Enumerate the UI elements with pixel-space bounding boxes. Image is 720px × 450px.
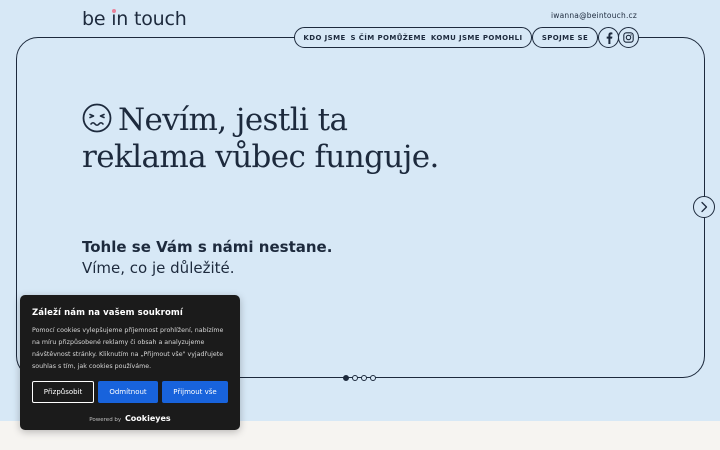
- nav-item-s-cim-pomuzeme[interactable]: S ČÍM POMŮŽEME: [350, 34, 426, 42]
- slider-dots: [343, 375, 376, 381]
- chevron-right-icon: [701, 201, 708, 213]
- cookie-description: Pomocí cookies vylepšujeme příjemnost pr…: [32, 327, 224, 370]
- nav-item-komu-jsme-pomohli[interactable]: KOMU JSME POMOHLI: [431, 34, 523, 42]
- cookie-accept-button[interactable]: Přijmout vše: [162, 381, 228, 403]
- nav-item-kdo-jsme[interactable]: KDO JSME: [303, 34, 345, 42]
- hero-subheadline-strong: Tohle se Vám s námi nestane.: [82, 238, 333, 256]
- headline-line-2: reklama vůbec funguje.: [82, 139, 439, 175]
- hero-headline: Nevím, jestli ta reklama vůbec funguje.: [82, 103, 502, 174]
- cookie-powered-by[interactable]: Powered by Cookieyes: [20, 414, 240, 423]
- cookie-consent-banner: Záleží nám na vašem soukromí Pomocí cook…: [20, 295, 240, 430]
- facebook-icon[interactable]: [598, 27, 619, 48]
- instagram-icon[interactable]: [618, 27, 639, 48]
- slider-dot-2[interactable]: [352, 375, 358, 381]
- contact-button[interactable]: SPOJME SE: [532, 27, 598, 48]
- slider-dot-1[interactable]: [343, 375, 349, 381]
- worried-face-icon: [82, 103, 112, 140]
- next-slide-button[interactable]: [693, 196, 715, 218]
- slider-dot-4[interactable]: [370, 375, 376, 381]
- powered-by-label: Powered by: [89, 417, 122, 423]
- headline-line-1: Nevím, jestli ta: [118, 102, 348, 138]
- cookie-title: Záleží nám na vašem soukromí: [32, 308, 183, 318]
- contact-email[interactable]: iwanna@beintouch.cz: [551, 11, 637, 20]
- main-nav: KDO JSME S ČÍM POMŮŽEME KOMU JSME POMOHL…: [294, 27, 532, 48]
- cookie-customize-button[interactable]: Přizpůsobit: [32, 381, 94, 403]
- slider-dot-3[interactable]: [361, 375, 367, 381]
- cookie-reject-button[interactable]: Odmítnout: [98, 381, 158, 403]
- site-logo[interactable]: be ın touch: [82, 8, 187, 30]
- hero-subheadline: Víme, co je důležité.: [82, 259, 235, 277]
- cookieyes-logo: Cookieyes: [124, 414, 171, 423]
